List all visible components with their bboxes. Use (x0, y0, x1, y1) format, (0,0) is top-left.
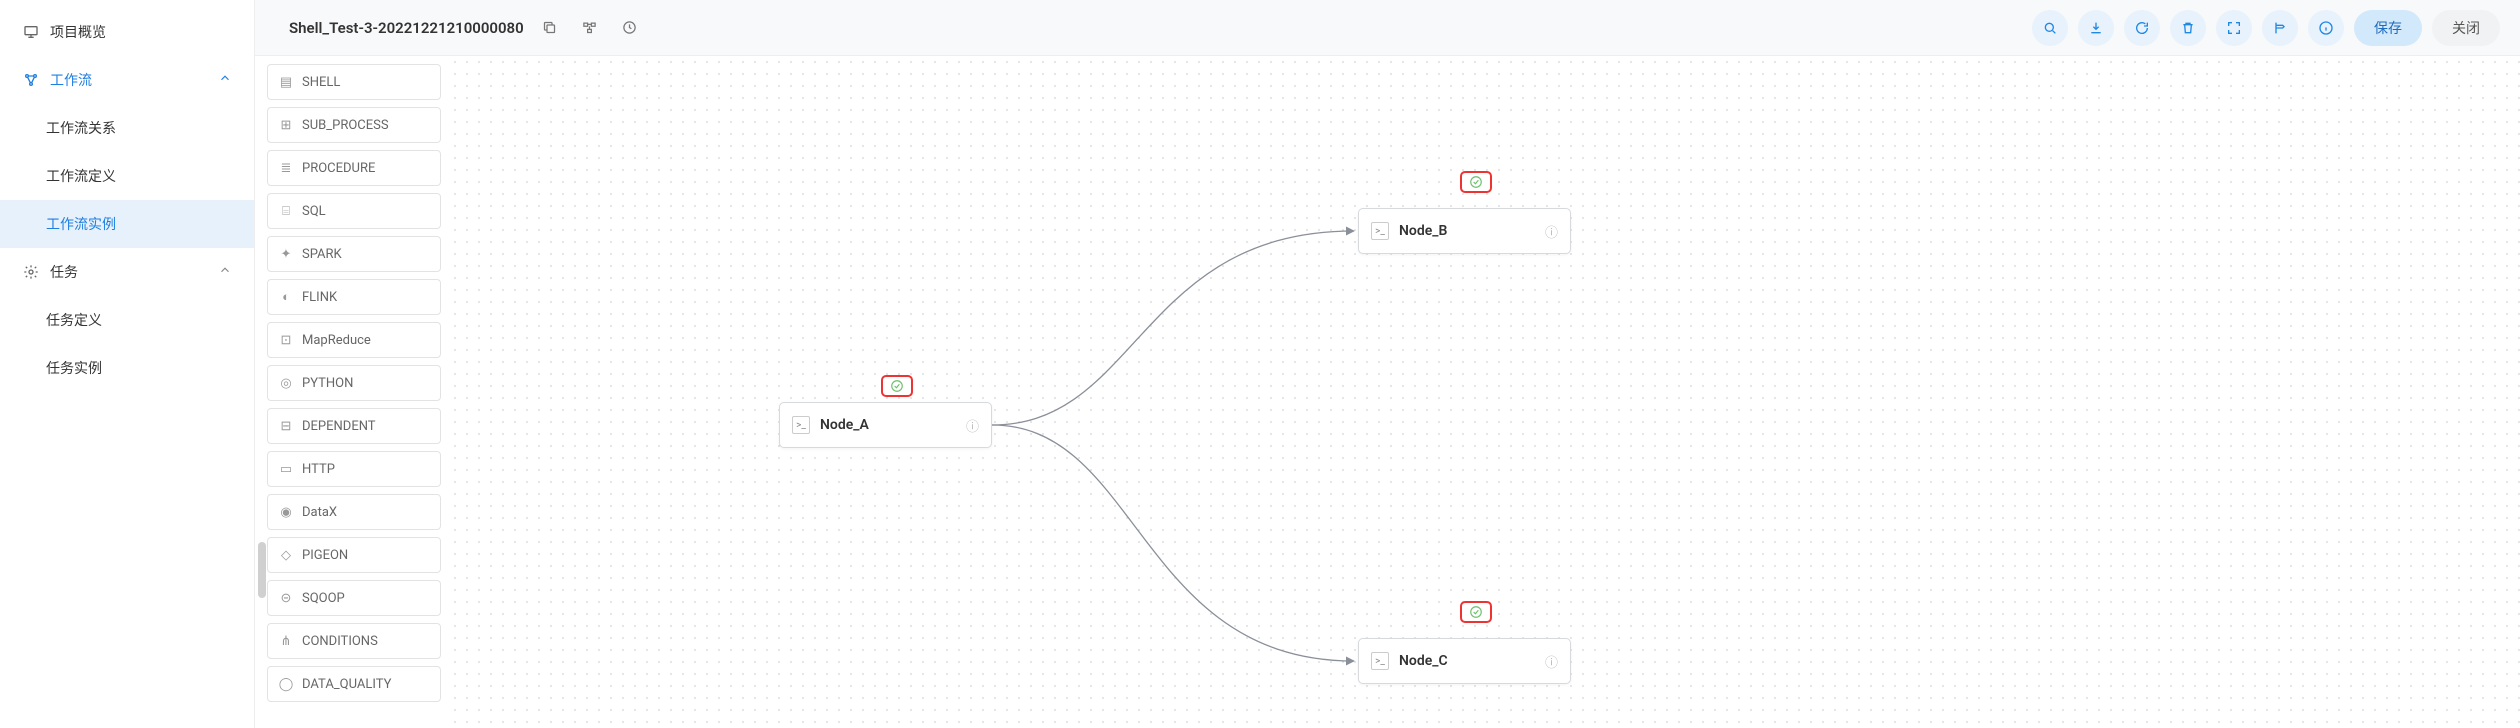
palette-item-sub-process[interactable]: ⊞SUB_PROCESS (267, 107, 441, 143)
node-b[interactable]: >_ Node_B ⓘ (1358, 208, 1571, 254)
canvas[interactable]: >_ Node_A ⓘ >_ Node_B ⓘ >_ Node_C ⓘ (449, 56, 2520, 728)
palette-item-http[interactable]: ▭HTTP (267, 451, 441, 487)
close-button[interactable]: 关闭 (2432, 10, 2500, 46)
pigeon-icon: ◇ (278, 548, 294, 563)
workflow-icon (22, 71, 40, 89)
header-actions: 保存 关闭 (2032, 10, 2500, 46)
header: Shell_Test-3-20221221210000080 保存 关闭 (255, 0, 2520, 56)
sidebar-item-overview[interactable]: 项目概览 (0, 8, 254, 56)
sidebar: 项目概览 工作流 工作流关系 工作流定义 工作流实例 任务 任务定义 任务实例 (0, 0, 255, 728)
node-a[interactable]: >_ Node_A ⓘ (779, 402, 992, 448)
node-b-label: Node_B (1399, 223, 1545, 239)
sidebar-item-workflow-definition[interactable]: 工作流定义 (0, 152, 254, 200)
status-badge-a (881, 375, 913, 397)
page-title: Shell_Test-3-20221221210000080 (289, 19, 524, 37)
edges (449, 56, 2520, 728)
sidebar-item-workflow[interactable]: 工作流 (0, 56, 254, 104)
task-palette: ▤SHELL ⊞SUB_PROCESS ≣PROCEDURE ⌸SQL ✦SPA… (255, 56, 449, 728)
save-button[interactable]: 保存 (2354, 10, 2422, 46)
sqoop-icon: ⊝ (278, 591, 294, 606)
datax-icon: ◉ (278, 505, 294, 520)
sidebar-item-task[interactable]: 任务 (0, 248, 254, 296)
node-a-label: Node_A (820, 417, 966, 433)
palette-item-sql[interactable]: ⌸SQL (267, 193, 441, 229)
status-badge-c (1460, 601, 1492, 623)
palette-item-data-quality[interactable]: ◯DATA_QUALITY (267, 666, 441, 702)
palette-item-procedure[interactable]: ≣PROCEDURE (267, 150, 441, 186)
format-button[interactable] (2262, 10, 2298, 46)
info-icon[interactable]: ⓘ (966, 416, 979, 435)
clock-icon[interactable] (616, 14, 644, 42)
sidebar-scrollbar[interactable] (258, 542, 266, 598)
tree-icon: ⊞ (278, 118, 294, 133)
palette-item-python[interactable]: ◎PYTHON (267, 365, 441, 401)
palette-item-sqoop[interactable]: ⊝SQOOP (267, 580, 441, 616)
palette-item-flink[interactable]: ◐FLINK (267, 279, 441, 315)
info-icon[interactable]: ⓘ (1545, 222, 1558, 241)
palette-item-pigeon[interactable]: ◇PIGEON (267, 537, 441, 573)
http-icon: ▭ (278, 462, 294, 477)
search-button[interactable] (2032, 10, 2068, 46)
dependent-icon: ⊟ (278, 419, 294, 434)
palette-item-dependent[interactable]: ⊟DEPENDENT (267, 408, 441, 444)
chevron-up-icon (218, 263, 232, 281)
procedure-icon: ≣ (278, 161, 294, 176)
sidebar-task-label: 任务 (50, 262, 78, 282)
sidebar-workflow-label: 工作流 (50, 70, 92, 90)
gear-icon (22, 263, 40, 281)
terminal-icon: >_ (1371, 652, 1389, 670)
info-button[interactable] (2308, 10, 2344, 46)
palette-item-conditions[interactable]: ⋔CONDITIONS (267, 623, 441, 659)
mr-icon: ⊡ (278, 333, 294, 348)
sidebar-item-task-instance[interactable]: 任务实例 (0, 344, 254, 392)
node-c[interactable]: >_ Node_C ⓘ (1358, 638, 1571, 684)
sidebar-item-workflow-relation[interactable]: 工作流关系 (0, 104, 254, 152)
sidebar-item-workflow-instance[interactable]: 工作流实例 (0, 200, 254, 248)
sidebar-overview-label: 项目概览 (50, 22, 106, 42)
conditions-icon: ⋔ (278, 634, 294, 649)
palette-item-mapreduce[interactable]: ⊡MapReduce (267, 322, 441, 358)
delete-button[interactable] (2170, 10, 2206, 46)
db-icon: ⌸ (278, 204, 294, 219)
sidebar-item-task-definition[interactable]: 任务定义 (0, 296, 254, 344)
download-button[interactable] (2078, 10, 2114, 46)
fullscreen-button[interactable] (2216, 10, 2252, 46)
copy-icon[interactable] (536, 14, 564, 42)
flink-icon: ◐ (278, 289, 294, 305)
flow-icon[interactable] (576, 14, 604, 42)
refresh-button[interactable] (2124, 10, 2160, 46)
terminal-icon: ▤ (278, 75, 294, 90)
terminal-icon: >_ (1371, 222, 1389, 240)
palette-item-shell[interactable]: ▤SHELL (267, 64, 441, 100)
star-icon: ✦ (278, 247, 294, 262)
info-icon[interactable]: ⓘ (1545, 652, 1558, 671)
terminal-icon: >_ (792, 416, 810, 434)
chevron-up-icon (218, 71, 232, 89)
palette-item-spark[interactable]: ✦SPARK (267, 236, 441, 272)
python-icon: ◎ (278, 376, 294, 391)
node-c-label: Node_C (1399, 653, 1545, 669)
status-badge-b (1460, 171, 1492, 193)
monitor-icon (22, 23, 40, 41)
palette-item-datax[interactable]: ◉DataX (267, 494, 441, 530)
quality-icon: ◯ (278, 677, 294, 692)
